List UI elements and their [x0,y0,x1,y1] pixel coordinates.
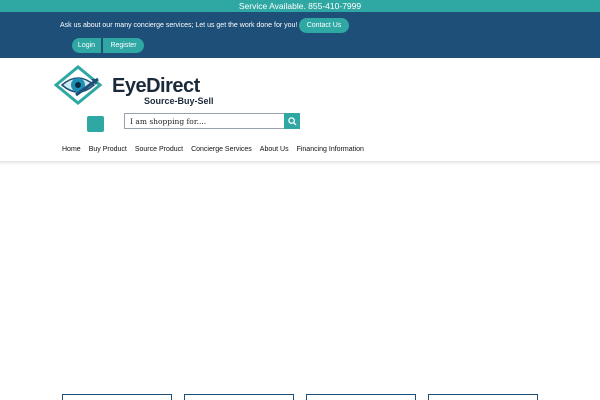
header-divider [0,161,600,165]
product-card[interactable] [62,394,172,400]
product-card[interactable] [428,394,538,400]
nav-item-buy-product[interactable]: Buy Product [89,146,127,153]
product-card[interactable] [184,394,294,400]
nav-item-concierge-services[interactable]: Concierge Services [191,146,252,153]
login-button[interactable]: Login [72,38,101,53]
service-banner: Service Available. 855-410-7999 [0,0,600,12]
contact-us-button[interactable]: Contact Us [299,18,349,33]
logo-name: EyeDirect [112,75,200,97]
service-banner-text: Service Available. 855-410-7999 [238,1,362,11]
logo-tagline: Source-Buy-Sell [144,96,214,106]
register-button[interactable]: Register [103,38,144,53]
eye-logo-icon [54,65,103,105]
nav-item-about-us[interactable]: About Us [260,146,289,153]
promo-text: Ask us about our many concierge services… [60,22,298,29]
product-card[interactable] [306,394,416,400]
site-logo[interactable]: EyeDirect Source-Buy-Sell [54,65,214,107]
search-input[interactable] [124,113,285,129]
search-icon [287,116,297,126]
header-bar: Ask us about our many concierge services… [0,12,600,58]
menu-toggle-button[interactable] [87,116,104,132]
main-nav: Home Buy Product Source Product Concierg… [62,146,364,153]
nav-item-home[interactable]: Home [62,146,81,153]
search-button[interactable] [284,113,300,129]
nav-item-financing-information[interactable]: Financing Information [297,146,364,153]
nav-item-source-product[interactable]: Source Product [135,146,183,153]
